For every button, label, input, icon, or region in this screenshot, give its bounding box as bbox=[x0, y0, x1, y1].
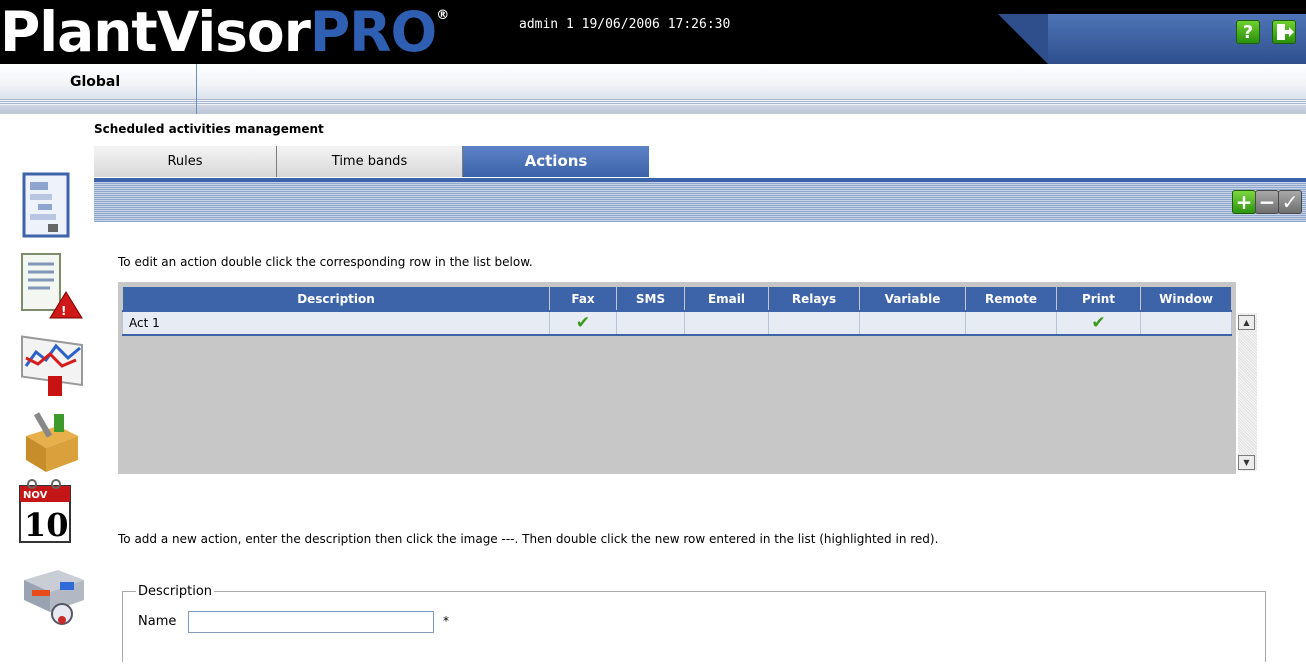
tab-time-bands[interactable]: Time bands bbox=[277, 146, 463, 177]
calendar-day: 10 bbox=[24, 506, 69, 544]
calendar-month: NOV bbox=[23, 490, 48, 501]
actions-toolbar bbox=[94, 178, 1306, 222]
cell-email bbox=[684, 310, 769, 336]
cell-fax-check-icon: ✔ bbox=[549, 310, 617, 336]
actions-grid: Description Fax SMS Email Relays Variabl… bbox=[118, 282, 1236, 474]
cell-print-check-icon: ✔ bbox=[1056, 310, 1141, 336]
edit-instructions: To edit an action double click the corre… bbox=[118, 255, 533, 269]
scroll-up-icon[interactable]: ▲ bbox=[1238, 315, 1255, 330]
column-header-sms[interactable]: SMS bbox=[616, 286, 685, 312]
add-button[interactable]: + bbox=[1232, 190, 1256, 214]
tab-rules[interactable]: Rules bbox=[94, 146, 277, 177]
cell-variable bbox=[859, 310, 966, 336]
cell-description: Act 1 bbox=[122, 310, 550, 336]
user-session-info: admin 1 19/06/2006 17:26:30 bbox=[519, 17, 731, 32]
column-header-remote[interactable]: Remote bbox=[965, 286, 1057, 312]
name-input[interactable] bbox=[188, 611, 434, 633]
scroll-down-icon[interactable]: ▼ bbox=[1238, 455, 1255, 470]
table-row[interactable]: Act 1 ✔ ✔ bbox=[122, 310, 1232, 336]
scheduler-icon[interactable] bbox=[18, 170, 90, 240]
column-header-variable[interactable]: Variable bbox=[859, 286, 966, 312]
description-legend: Description bbox=[136, 584, 215, 599]
cell-sms bbox=[616, 310, 685, 336]
grid-scrollbar[interactable]: ▲ ▼ bbox=[1238, 313, 1257, 471]
column-header-print[interactable]: Print bbox=[1056, 286, 1141, 312]
column-header-relays[interactable]: Relays bbox=[768, 286, 860, 312]
column-header-fax[interactable]: Fax bbox=[549, 286, 617, 312]
column-header-description[interactable]: Description bbox=[122, 286, 550, 312]
graph-icon[interactable] bbox=[18, 330, 90, 400]
calendar-icon[interactable]: NOV 10 bbox=[18, 478, 90, 548]
svg-text:!: ! bbox=[61, 304, 66, 318]
tab-actions[interactable]: Actions bbox=[463, 146, 649, 177]
confirm-button[interactable]: ✓ bbox=[1278, 190, 1302, 214]
global-menu-label[interactable]: Global bbox=[70, 74, 120, 90]
maintenance-toolbox-icon[interactable] bbox=[18, 402, 90, 472]
add-instructions: To add a new action, enter the descripti… bbox=[118, 532, 939, 546]
alarm-report-icon[interactable]: ! bbox=[18, 250, 90, 320]
column-header-email[interactable]: Email bbox=[684, 286, 769, 312]
required-mark: * bbox=[443, 614, 449, 628]
cell-relays bbox=[768, 310, 860, 336]
remove-button[interactable]: − bbox=[1255, 190, 1279, 214]
table-header-row: Description Fax SMS Email Relays Variabl… bbox=[122, 286, 1232, 312]
header-band bbox=[1048, 14, 1306, 64]
devices-config-icon[interactable] bbox=[18, 562, 90, 632]
help-icon[interactable]: ? bbox=[1236, 20, 1260, 44]
header-decoration bbox=[998, 14, 1048, 64]
cell-remote bbox=[965, 310, 1057, 336]
plantvisorpro-logo: PlantVisorPRO® bbox=[0, 0, 449, 64]
exit-door-icon bbox=[1277, 24, 1294, 40]
page-title: Scheduled activities management bbox=[94, 122, 324, 136]
cell-window bbox=[1140, 310, 1232, 336]
name-label: Name bbox=[138, 614, 177, 629]
column-header-window[interactable]: Window bbox=[1140, 286, 1232, 312]
logout-icon[interactable] bbox=[1272, 20, 1296, 44]
actions-table: Description Fax SMS Email Relays Variabl… bbox=[122, 286, 1232, 336]
global-divider bbox=[196, 64, 197, 114]
app-header: PlantVisorPRO® admin 1 19/06/2006 17:26:… bbox=[0, 0, 1306, 64]
